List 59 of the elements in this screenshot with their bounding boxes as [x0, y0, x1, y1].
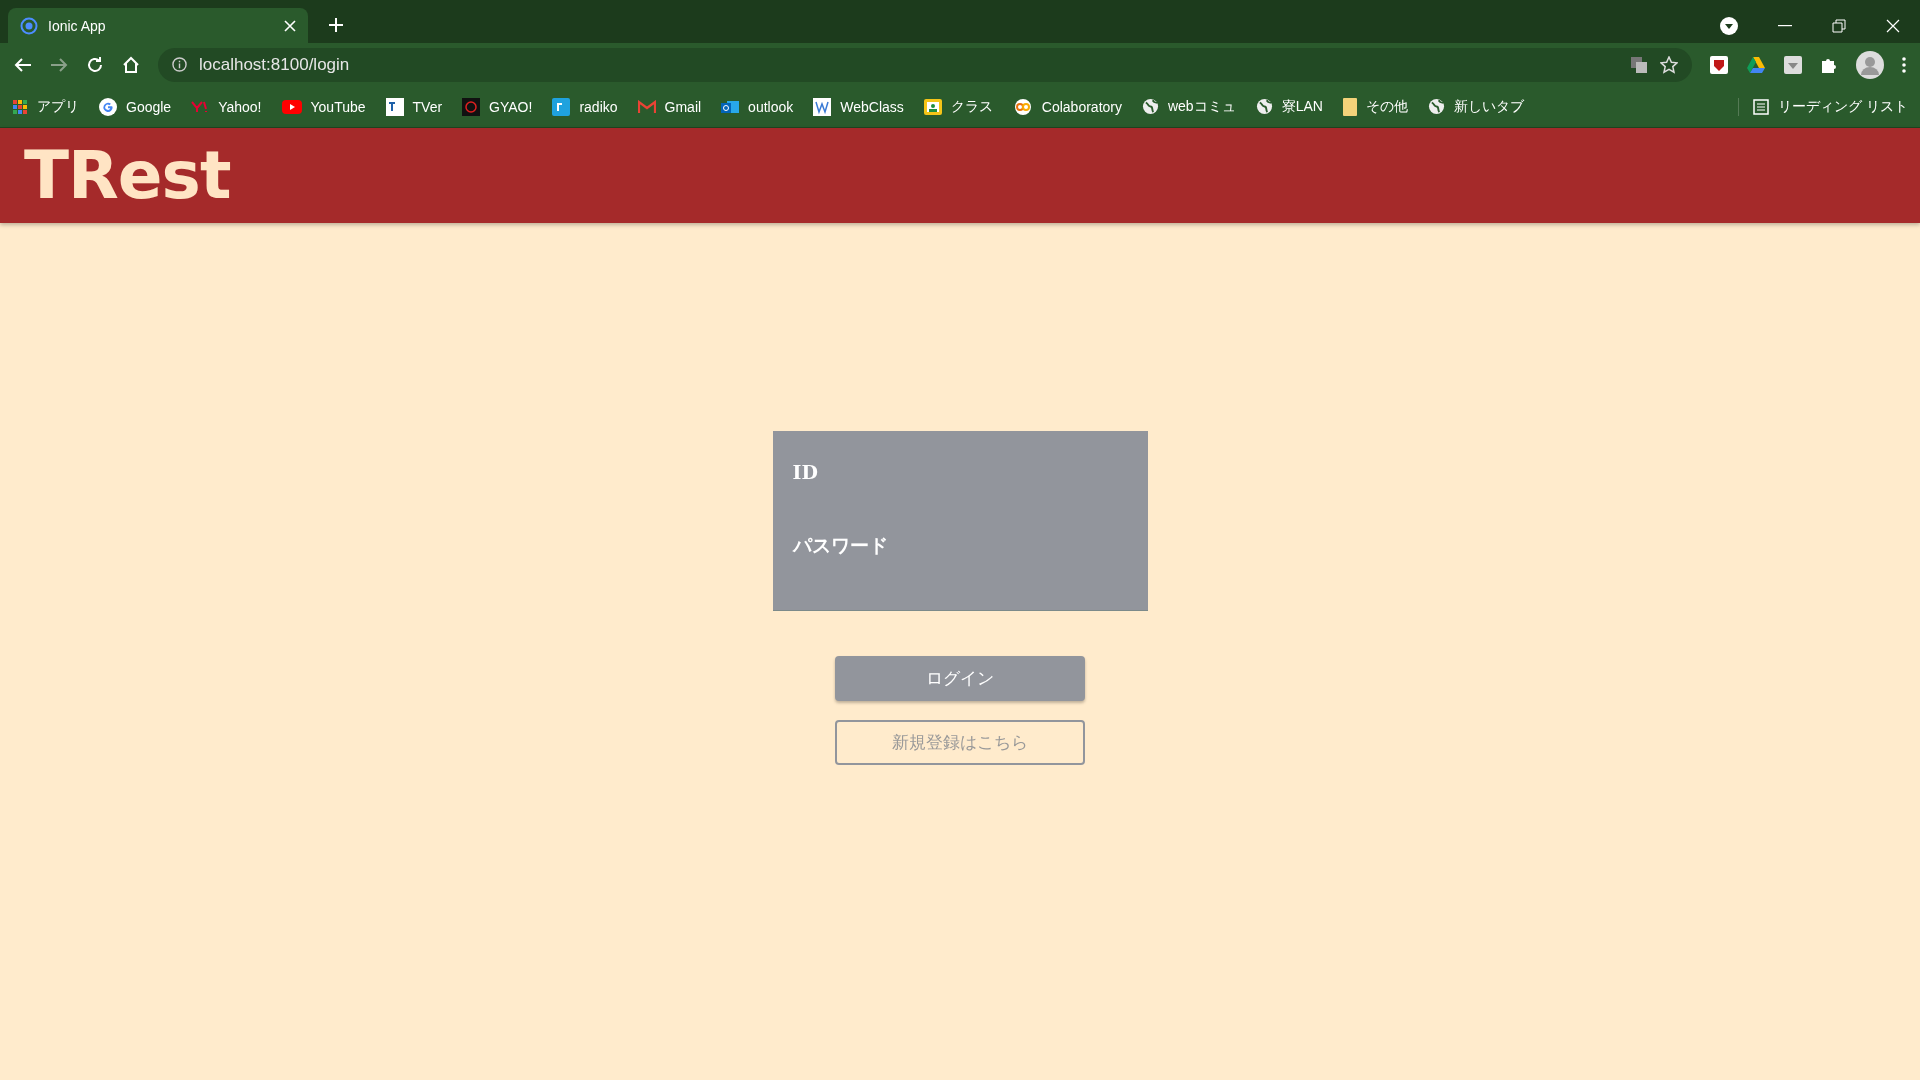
info-icon [172, 57, 187, 72]
y-logo-icon [191, 100, 210, 113]
field-label: ID [792, 461, 819, 483]
tv-logo-icon [385, 97, 404, 116]
list-icon [1753, 98, 1770, 115]
bookmark[interactable]: radiko [552, 97, 618, 116]
bookmark[interactable]: GYAO! [462, 97, 533, 116]
mail-icon [637, 99, 656, 114]
close-icon[interactable] [1886, 19, 1900, 33]
restore-icon[interactable] [1832, 19, 1846, 33]
bookmark[interactable]: アプリ [12, 97, 79, 116]
grid-icon [12, 98, 28, 115]
bookmark[interactable]: その他 [1342, 97, 1408, 116]
close-icon[interactable] [284, 19, 296, 32]
menu-icon[interactable] [1902, 56, 1906, 73]
globe-icon [1427, 98, 1445, 115]
home-icon[interactable] [122, 55, 140, 74]
back-icon[interactable] [14, 56, 32, 73]
field-label: パスワード [792, 533, 889, 558]
bookmark[interactable]: TVer [385, 97, 443, 116]
reload-icon[interactable] [86, 55, 104, 74]
folder-icon [1342, 97, 1357, 116]
mail-icon [721, 98, 740, 115]
new-tab-icon[interactable] [328, 17, 344, 33]
logo-icon [20, 16, 38, 35]
radio-icon [552, 97, 571, 116]
download-icon[interactable] [1784, 55, 1802, 74]
bookmark[interactable]: 寮LAN [1255, 97, 1323, 116]
logo-icon [462, 97, 481, 116]
co-logo-icon [1012, 98, 1033, 115]
address-field[interactable]: localhost:8100/login [158, 47, 1692, 82]
bookmark[interactable]: outlook [721, 98, 794, 115]
app-title: TRest [24, 137, 231, 214]
triangle-logo-icon[interactable] [1746, 55, 1766, 74]
translate-icon[interactable] [1630, 55, 1648, 74]
bookmark[interactable]: YouTube [281, 98, 366, 115]
bookmark[interactable]: Colaboratory [1012, 98, 1122, 115]
bookmark[interactable]: Google [99, 97, 172, 116]
reading-list-button[interactable]: リーディング リスト [1738, 97, 1908, 116]
minimize-icon[interactable] [1778, 25, 1792, 27]
bookmark[interactable]: クラス [923, 97, 993, 116]
bookmark[interactable]: 新しいタブ [1427, 97, 1524, 116]
avatar-icon[interactable] [1856, 50, 1884, 79]
bookmark[interactable]: Gmail [637, 98, 702, 115]
globe-icon [1255, 98, 1273, 115]
browser-tab[interactable]: Ionic App [8, 8, 308, 43]
bookmark[interactable]: Yahoo! [191, 98, 262, 115]
play-icon [281, 99, 302, 114]
g-logo-icon [99, 97, 117, 116]
forward-icon[interactable] [50, 56, 68, 73]
logo-icon [813, 97, 832, 116]
tab-title: Ionic App [48, 17, 107, 34]
bookmark[interactable]: WebClass [813, 97, 904, 116]
shield-icon[interactable] [1710, 55, 1728, 74]
globe-icon [1141, 98, 1159, 115]
bookmark[interactable]: webコミュ [1141, 97, 1236, 116]
star-icon[interactable] [1660, 55, 1678, 74]
person-icon [923, 98, 942, 115]
dropdown-icon[interactable] [1720, 17, 1738, 35]
